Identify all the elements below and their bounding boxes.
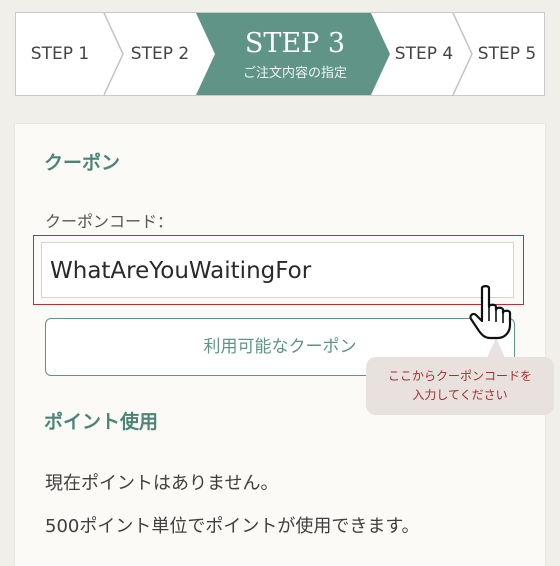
coupon-code-label: クーポンコード： xyxy=(45,212,174,231)
points-heading: ポイント使用 xyxy=(44,411,159,433)
tooltip-line-2: 入力してください xyxy=(412,388,508,402)
tooltip-line-1: ここからクーポンコードを xyxy=(387,369,532,383)
coupon-hint-tooltip: ここからクーポンコードを 入力してください xyxy=(366,357,554,415)
step-1: STEP 1 xyxy=(30,44,90,64)
no-points-text: 現在ポイントはありません。 xyxy=(45,473,279,494)
step-4: STEP 4 xyxy=(394,44,454,64)
step-5: STEP 5 xyxy=(477,44,537,64)
step-progress-bar: STEP 1 STEP 2 STEP 3 ご注文内容の指定 STEP 4 STE… xyxy=(15,12,545,96)
coupon-heading: クーポン xyxy=(44,152,121,174)
step-3-title: STEP 3 xyxy=(244,28,346,59)
coupon-code-input[interactable]: WhatAreYouWaitingFor xyxy=(41,242,514,298)
step-3-subtitle: ご注文内容の指定 xyxy=(242,66,347,81)
points-unit-note: 500ポイント単位でポイントが使用できます。 xyxy=(45,516,420,537)
hand-pointer-icon xyxy=(468,285,520,345)
step-2: STEP 2 xyxy=(130,44,190,64)
